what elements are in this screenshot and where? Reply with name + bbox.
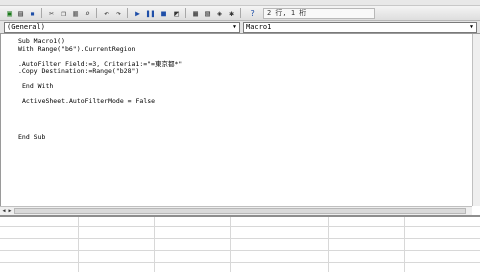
insert-module-icon[interactable]: ▤	[15, 8, 26, 19]
vbe-toolbar: ▣ ▤ ▪ ✂ ❐ ▥ ⌕ ↶ ↷ ▶ ❚❚ ■ ◩ ▦ ▧ ◈ ✱ ? 2 行…	[0, 6, 480, 21]
object-combo-value: (General)	[7, 23, 45, 31]
horizontal-scrollbar[interactable]: ◀ ▶	[0, 206, 472, 215]
code-line[interactable]: ActiveSheet.AutoFilterMode = False	[22, 97, 155, 105]
project-explorer-icon[interactable]: ▦	[190, 8, 201, 19]
copy-icon[interactable]: ❐	[58, 8, 69, 19]
help-icon[interactable]: ?	[247, 8, 258, 19]
reset-icon[interactable]: ■	[158, 8, 169, 19]
scroll-right-icon[interactable]: ▶	[7, 208, 13, 214]
toolbox-icon[interactable]: ✱	[226, 8, 237, 19]
vertical-scrollbar[interactable]	[472, 34, 480, 206]
paste-icon[interactable]: ▥	[70, 8, 81, 19]
procedure-combo[interactable]: Macro1 ▼	[243, 22, 477, 33]
worksheet-grid[interactable]	[0, 215, 480, 272]
properties-icon[interactable]: ▧	[202, 8, 213, 19]
run-icon[interactable]: ▶	[132, 8, 143, 19]
object-browser-icon[interactable]: ◈	[214, 8, 225, 19]
procedure-combo-value: Macro1	[246, 23, 272, 31]
code-editor[interactable]: Sub Macro1() With Range("b6").CurrentReg…	[0, 34, 472, 206]
code-line[interactable]: With Range("b6").CurrentRegion	[18, 45, 135, 53]
code-line[interactable]: Sub Macro1()	[18, 37, 65, 45]
break-icon[interactable]: ❚❚	[145, 8, 156, 19]
chevron-down-icon[interactable]: ▼	[231, 24, 238, 31]
undo-icon[interactable]: ↶	[101, 8, 112, 19]
redo-icon[interactable]: ↷	[113, 8, 124, 19]
cursor-position-display: 2 行, 1 桁	[263, 8, 375, 19]
code-line[interactable]: End Sub	[18, 133, 45, 141]
object-combo[interactable]: (General) ▼	[4, 22, 240, 33]
cut-icon[interactable]: ✂	[46, 8, 57, 19]
code-line[interactable]: End With	[22, 82, 53, 90]
scrollbar-thumb[interactable]	[14, 208, 466, 214]
code-window-header: (General) ▼ Macro1 ▼	[0, 21, 480, 34]
view-excel-icon[interactable]: ▣	[4, 8, 15, 19]
code-line[interactable]: .Copy Destination:=Range("b28")	[18, 67, 139, 75]
design-mode-icon[interactable]: ◩	[171, 8, 182, 19]
chevron-down-icon[interactable]: ▼	[468, 24, 475, 31]
save-icon[interactable]: ▪	[27, 8, 38, 19]
find-icon[interactable]: ⌕	[82, 8, 93, 19]
